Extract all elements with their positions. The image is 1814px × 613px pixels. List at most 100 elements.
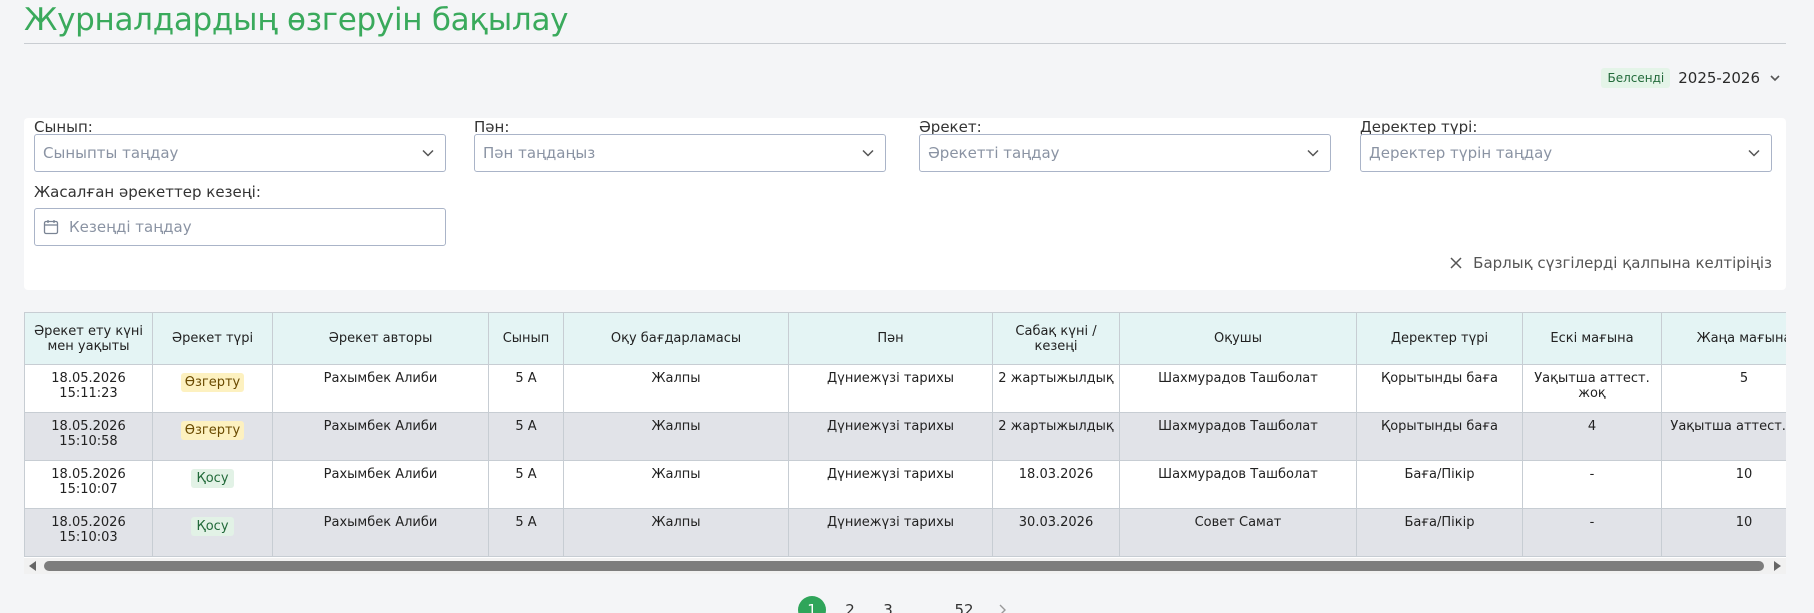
date-text: 18.05.2026 <box>51 371 126 386</box>
action-select[interactable]: Әрекетті таңдау <box>919 134 1331 172</box>
period-filter: Жасалған әрекеттер кезеңі: Кезеңді таңда… <box>34 183 446 246</box>
data-type-cell: Баға/Пікір <box>1356 460 1523 509</box>
table-row: 18.05.2026 15:10:07 Қосу Рахымбек Алиби 5 АЖ… <box>24 460 1786 509</box>
time-text: 15:10:03 <box>59 530 118 545</box>
program-cell: Жалпы <box>563 364 789 413</box>
scroll-thumb[interactable] <box>44 561 1764 571</box>
action-type-badge: Өзгерту <box>180 421 245 440</box>
column-header: Әрекет ету күні мен уақыты <box>24 312 153 365</box>
data-type-cell: Қорытынды баға <box>1356 364 1523 413</box>
page-button[interactable]: 1 <box>798 596 826 613</box>
year-selector[interactable]: Белсенді 2025-2026 <box>1601 66 1782 90</box>
program-cell: Жалпы <box>563 460 789 509</box>
date-text: 18.05.2026 <box>51 515 126 530</box>
page-button[interactable]: 3 <box>874 596 902 613</box>
action-filter-group: Әрекетті таңдау <box>919 134 1331 172</box>
log-table-container: Әрекет ету күні мен уақыты Әрекет түрі Әре… <box>24 312 1786 574</box>
author-cell: Рахымбек Алиби <box>272 460 489 509</box>
pagination: 1 2 3... 52 <box>798 596 1016 613</box>
column-header: Оқу бағдарламасы <box>563 312 789 365</box>
chevron-down-icon <box>1307 149 1319 157</box>
data-type-cell: Қорытынды баға <box>1356 412 1523 461</box>
old-cell: - <box>1522 460 1662 509</box>
time-text: 15:10:58 <box>59 434 118 449</box>
date-text: 18.05.2026 <box>51 467 126 482</box>
class-cell: 5 А <box>488 364 564 413</box>
class-cell: 5 А <box>488 412 564 461</box>
chevron-down-icon <box>1748 149 1760 157</box>
horizontal-scrollbar[interactable] <box>24 558 1786 574</box>
subject-select-placeholder: Пән таңдаңыз <box>483 144 596 162</box>
column-header: Оқушы <box>1119 312 1357 365</box>
datetime-cell: 18.05.2026 15:11:23 <box>24 364 153 413</box>
table-row: 18.05.2026 15:10:58 Өзгерту Рахымбек Алиби 5… <box>24 412 1786 461</box>
table-header-row: Әрекет ету күні мен уақыты Әрекет түрі Әре… <box>24 312 1786 365</box>
time-text: 15:11:23 <box>59 386 118 401</box>
data-type-filter-group: Деректер түрін таңдау <box>1360 134 1772 172</box>
class-select[interactable]: Сыныпты таңдау <box>34 134 446 172</box>
title-divider <box>24 43 1786 44</box>
scroll-track[interactable] <box>42 558 1768 574</box>
status-badge: Белсенді <box>1601 68 1671 88</box>
action-type-cell: Өзгерту <box>152 364 273 413</box>
column-header: Әрекет түрі <box>152 312 273 365</box>
column-header: Пән <box>788 312 993 365</box>
action-type-cell: Өзгерту <box>152 412 273 461</box>
old-cell: - <box>1522 508 1662 557</box>
data-type-select[interactable]: Деректер түрін таңдау <box>1360 134 1772 172</box>
data-type-select-placeholder: Деректер түрін таңдау <box>1369 144 1553 162</box>
lesson-cell: 18.03.2026 <box>992 460 1120 509</box>
calendar-icon <box>43 220 59 235</box>
class-cell: 5 А <box>488 460 564 509</box>
author-cell: Рахымбек Алиби <box>272 364 489 413</box>
class-filter-group: Сыныпты таңдау <box>34 134 446 172</box>
subject-cell: Дүниежүзі тарихы <box>788 508 993 557</box>
lesson-cell: 2 жартыжылдық <box>992 364 1120 413</box>
table-row: 18.05.2026 15:10:03 Қосу Рахымбек Алиби 5 АЖ… <box>24 508 1786 557</box>
table-row: 18.05.2026 15:11:23 Өзгерту Рахымбек Алиби 5… <box>24 364 1786 413</box>
author-cell: Рахымбек Алиби <box>272 412 489 461</box>
old-cell: Уақытша аттест. жоқ <box>1522 364 1662 413</box>
page-button-last[interactable]: 52 <box>950 596 978 613</box>
new-cell: 5 <box>1661 364 1786 413</box>
subject-select[interactable]: Пән таңдаңыз <box>474 134 886 172</box>
data-type-cell: Баға/Пікір <box>1356 508 1523 557</box>
time-text: 15:10:07 <box>59 482 118 497</box>
reset-filters-label: Барлық сүзгілерді қалпына келтіріңіз <box>1473 254 1772 272</box>
datetime-cell: 18.05.2026 15:10:03 <box>24 508 153 557</box>
column-header: Ескі мағына <box>1522 312 1662 365</box>
period-filter-label: Жасалған әрекеттер кезеңі: <box>34 183 261 201</box>
column-header: Деректер түрі <box>1356 312 1523 365</box>
reset-filters-button[interactable]: Барлық сүзгілерді қалпына келтіріңіз <box>1449 254 1772 272</box>
lesson-cell: 30.03.2026 <box>992 508 1120 557</box>
datetime-cell: 18.05.2026 15:10:07 <box>24 460 153 509</box>
chevron-down-icon <box>422 149 434 157</box>
author-cell: Рахымбек Алиби <box>272 508 489 557</box>
student-cell: Совет Самат <box>1119 508 1357 557</box>
column-header: Сынып <box>488 312 564 365</box>
page-button[interactable]: 2 <box>836 596 864 613</box>
student-cell: Шахмурадов Ташболат <box>1119 412 1357 461</box>
program-cell: Жалпы <box>563 412 789 461</box>
student-cell: Шахмурадов Ташболат <box>1119 364 1357 413</box>
chevron-right-icon[interactable] <box>988 596 1016 613</box>
new-cell: Уақытша аттест. жоқ <box>1661 412 1786 461</box>
chevron-down-icon[interactable] <box>1768 71 1782 85</box>
column-header: Жаңа мағына <box>1661 312 1786 365</box>
subject-cell: Дүниежүзі тарихы <box>788 412 993 461</box>
scroll-left-icon[interactable] <box>24 558 42 574</box>
lesson-cell: 2 жартыжылдық <box>992 412 1120 461</box>
close-icon <box>1450 257 1462 269</box>
class-cell: 5 А <box>488 508 564 557</box>
column-header: Әрекет авторы <box>272 312 489 365</box>
scroll-right-icon[interactable] <box>1768 558 1786 574</box>
page-ellipsis: ... <box>918 601 934 613</box>
year-label: 2025-2026 <box>1678 69 1760 87</box>
action-type-badge: Қосу <box>191 517 234 536</box>
action-type-badge: Қосу <box>191 469 234 488</box>
period-date-input[interactable]: Кезеңді таңдау <box>34 208 446 246</box>
action-type-cell: Қосу <box>152 460 273 509</box>
action-type-cell: Қосу <box>152 508 273 557</box>
chevron-down-icon <box>862 149 874 157</box>
filter-panel: Сынып: Сыныпты таңдау Пән: Пән таңдаңыз … <box>24 118 1786 290</box>
